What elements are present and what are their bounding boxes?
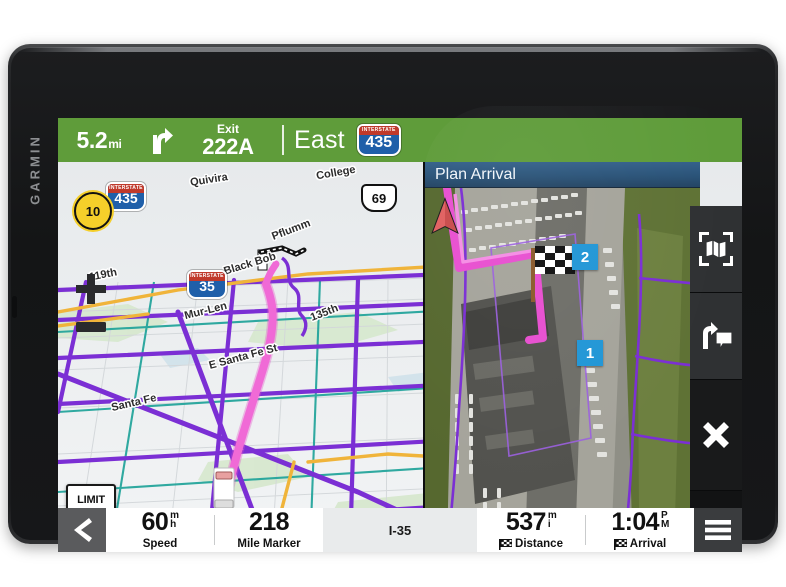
distance-value: 537 — [505, 508, 547, 536]
waypoint-marker[interactable]: 2 — [572, 244, 598, 270]
mile-marker-label: Mile Marker — [237, 538, 301, 550]
exit-label: Exit — [216, 121, 239, 136]
exit-info: Exit 222A — [184, 123, 272, 158]
guidance-banner[interactable]: 5.2mi Exit 222A East 435 INTERSTATE — [58, 118, 742, 162]
banner-divider — [282, 125, 284, 155]
checkered-flag-icon — [499, 538, 513, 550]
navigation-map[interactable]: Quivira College Pflumm Black Bob 119th M… — [58, 162, 742, 552]
mile-marker-value: 218 — [249, 508, 290, 536]
exit-distance-badge: 10 — [74, 192, 112, 230]
distance-label: Distance — [515, 538, 563, 550]
banner-interstate-shield: 435 INTERSTATE — [356, 124, 401, 156]
gps-device: GARMIN 5.2mi Exit 222A East 435 INTERSTA… — [8, 44, 778, 552]
stop-route-button[interactable] — [690, 380, 742, 491]
exit-number: 222A — [202, 133, 254, 159]
zoom-in-button[interactable] — [74, 272, 108, 311]
map-interstate-shield-435: 435 INTERSTATE — [106, 182, 146, 211]
speed-limit-word: LIMIT — [77, 493, 105, 506]
satellite-imagery[interactable]: 1 2 — [425, 188, 700, 552]
power-button[interactable] — [12, 296, 17, 318]
chevron-left-icon — [74, 518, 92, 542]
screenshot-root: GARMIN 5.2mi Exit 222A East 435 INTERSTA… — [0, 0, 786, 587]
banner-shield-number: 435 — [365, 134, 393, 151]
map-fullscreen-icon — [699, 232, 733, 266]
current-road-name: I-35 — [323, 508, 477, 552]
hamburger-menu-icon — [705, 520, 731, 540]
arrival-metric: 1:04 P M Arrival — [586, 508, 694, 552]
reroute-turn-icon — [703, 322, 733, 351]
right-metrics-group[interactable]: 537 m i Distance 1:04 P M Arrival — [477, 508, 694, 552]
distance-to-turn-value: 5.2 — [76, 126, 108, 153]
mile-marker-metric: 218 Mile Marker — [215, 508, 323, 552]
map-us-route-shield-69: 69 — [361, 184, 397, 212]
speed-label: Speed — [142, 538, 178, 550]
map-interstate-shield-35: 35 INTERSTATE — [187, 270, 227, 299]
waypoint-marker[interactable]: 1 — [577, 340, 603, 366]
distance-metric: 537 m i Distance — [477, 508, 585, 552]
back-button[interactable] — [58, 508, 106, 552]
arrival-unit-bottom: M — [660, 519, 669, 530]
plan-arrival-title: Plan Arrival — [425, 162, 700, 188]
menu-button[interactable] — [694, 508, 742, 552]
left-metrics-group[interactable]: 60 m h Speed 218 Mile Marker — [106, 508, 323, 552]
speed-metric: 60 m h Speed — [106, 508, 214, 552]
speed-value: 60 — [141, 508, 169, 536]
plan-arrival-panel[interactable]: Plan Arrival 1 2 — [423, 162, 700, 552]
banner-shield-legend: INTERSTATE — [358, 126, 399, 135]
button-rail — [690, 206, 742, 552]
zoom-out-button[interactable] — [74, 320, 108, 339]
brand-logo: GARMIN — [27, 134, 43, 205]
satellite-canvas — [425, 188, 700, 552]
checkered-flag-icon — [613, 538, 627, 550]
close-x-icon — [703, 422, 729, 448]
arrival-value: 1:04 — [611, 508, 659, 536]
route-options-button[interactable] — [690, 293, 742, 380]
speed-unit-bottom: h — [170, 519, 176, 530]
bezel-highlight — [18, 47, 762, 52]
view-map-button[interactable] — [690, 206, 742, 293]
bottom-status-bar: 60 m h Speed 218 Mile Marker I-35 537 m … — [58, 508, 742, 552]
direction-label: East — [294, 125, 345, 154]
distance-to-turn: 5.2mi — [58, 126, 140, 153]
distance-to-turn-unit: mi — [108, 136, 122, 151]
device-screen: 5.2mi Exit 222A East 435 INTERSTATE Quiv… — [58, 118, 742, 552]
arrival-label: Arrival — [629, 538, 667, 550]
exit-ramp-right-icon — [140, 125, 184, 155]
distance-unit-bottom: i — [547, 519, 551, 530]
